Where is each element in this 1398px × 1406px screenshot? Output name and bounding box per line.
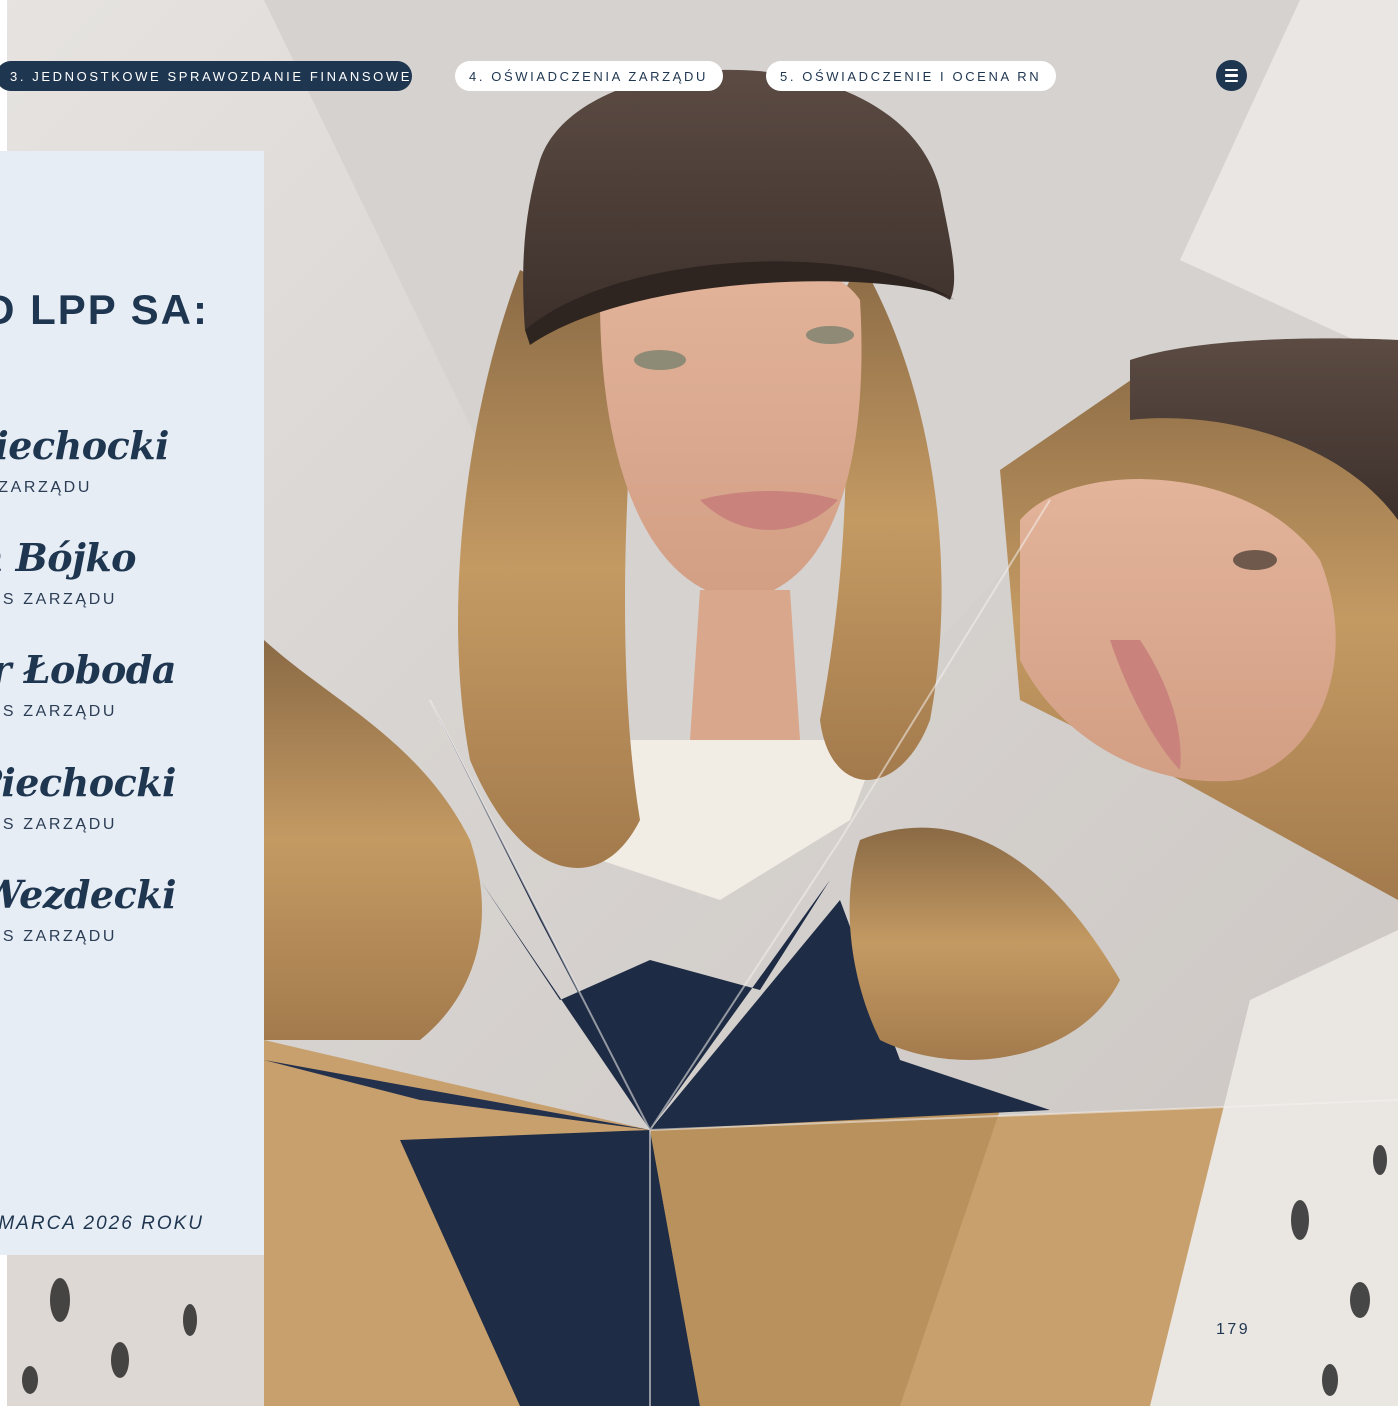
nav-tab-label: 3. JEDNOSTKOWE SPRAWOZDANIE FINANSOWE xyxy=(10,68,412,84)
signer-name: Wezdecki xyxy=(0,872,176,917)
nav-tab-management-statements[interactable]: 4. OŚWIADCZENIA ZARZĄDU xyxy=(455,61,723,91)
signing-date: MARCA 2026 ROKU xyxy=(0,1213,204,1234)
signer-name: Piechocki xyxy=(0,423,169,468)
signer-role: ES ZARZĄDU xyxy=(0,591,117,608)
nav-tab-label: 5. OŚWIADCZENIE I OCENA RN xyxy=(780,68,1042,84)
nav-tab-label: 4. OŚWIADCZENIA ZARZĄDU xyxy=(469,68,708,84)
page-number: 179 xyxy=(1216,1321,1251,1338)
nav-tab-financial-statements[interactable]: 3. JEDNOSTKOWE SPRAWOZDANIE FINANSOWE xyxy=(0,61,412,91)
signer-role: ZARZĄDU xyxy=(0,479,92,496)
signatures-panel: D LPP SA: Piechocki ZARZĄDU n Bójko ES Z… xyxy=(0,151,264,1255)
signer-role: ES ZARZĄDU xyxy=(0,703,117,720)
panel-heading: D LPP SA: xyxy=(0,286,209,333)
signer-name: r Łoboda xyxy=(0,647,176,692)
signer-role: ES ZARZĄDU xyxy=(0,816,117,833)
signer-name: n Bójko xyxy=(0,535,137,580)
signer-name: Piechocki xyxy=(0,760,176,805)
nav-tab-supervisory-board-statement[interactable]: 5. OŚWIADCZENIE I OCENA RN xyxy=(766,61,1056,91)
signer-role: ES ZARZĄDU xyxy=(0,928,117,945)
hamburger-menu-icon[interactable] xyxy=(1216,60,1247,91)
